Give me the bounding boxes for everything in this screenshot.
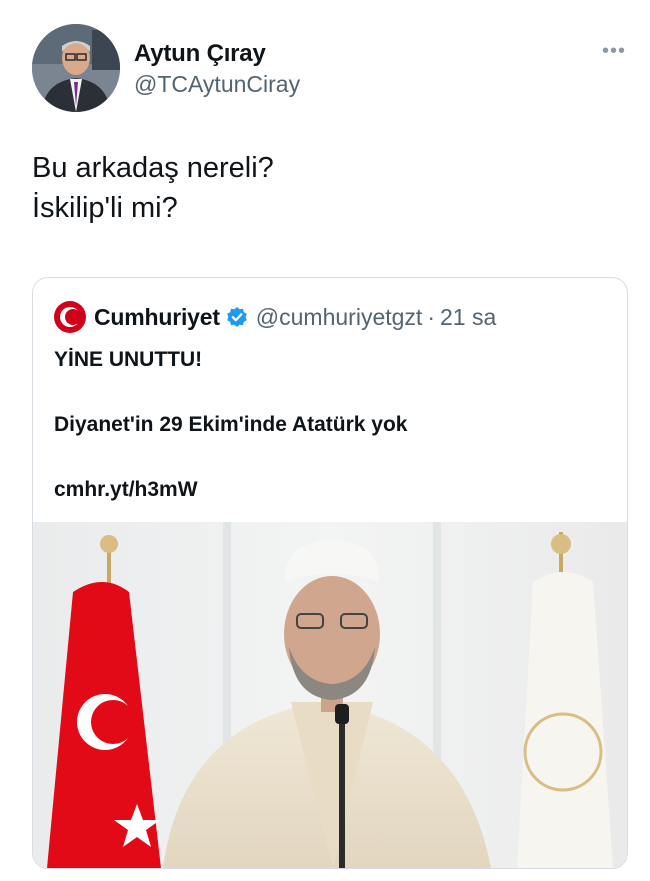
quoted-source-handle[interactable]: @cumhuriyetgzt [256, 304, 423, 331]
quoted-link[interactable]: cmhr.yt/h3mW [54, 478, 198, 502]
display-name[interactable]: Aytun Çıray [134, 40, 300, 68]
quoted-subline: Diyanet'in 29 Ekim'inde Atatürk yok [54, 413, 408, 436]
quoted-headline: YİNE UNUTTU! [54, 348, 203, 371]
tweet-header: Aytun Çıray @TCAytunCiray ••• [32, 24, 628, 114]
tweet-text-line-2: İskilip'li mi? [32, 192, 178, 224]
tweet-text: Bu arkadaş nereli? İskilip'li mi? [32, 148, 274, 228]
avatar[interactable] [32, 24, 120, 112]
cumhuriyet-logo-icon [54, 301, 86, 333]
quoted-tweet-card[interactable]: Cumhuriyet @cumhuriyetgzt · 21 sa YİNE U… [32, 277, 628, 869]
avatar-photo [32, 24, 120, 112]
verified-badge-icon [226, 307, 247, 327]
quoted-tweet-header: Cumhuriyet @cumhuriyetgzt · 21 sa [54, 300, 496, 334]
separator-dot: · [427, 303, 435, 330]
quoted-source-name[interactable]: Cumhuriyet [94, 304, 220, 331]
quoted-tweet-image[interactable] [33, 522, 627, 868]
more-dots-icon[interactable]: ••• [602, 40, 626, 63]
tweet-time[interactable]: 21 sa [440, 304, 496, 331]
user-handle[interactable]: @TCAytunCiray [134, 70, 300, 98]
tweet-text-line-1: Bu arkadaş nereli? [32, 152, 274, 184]
